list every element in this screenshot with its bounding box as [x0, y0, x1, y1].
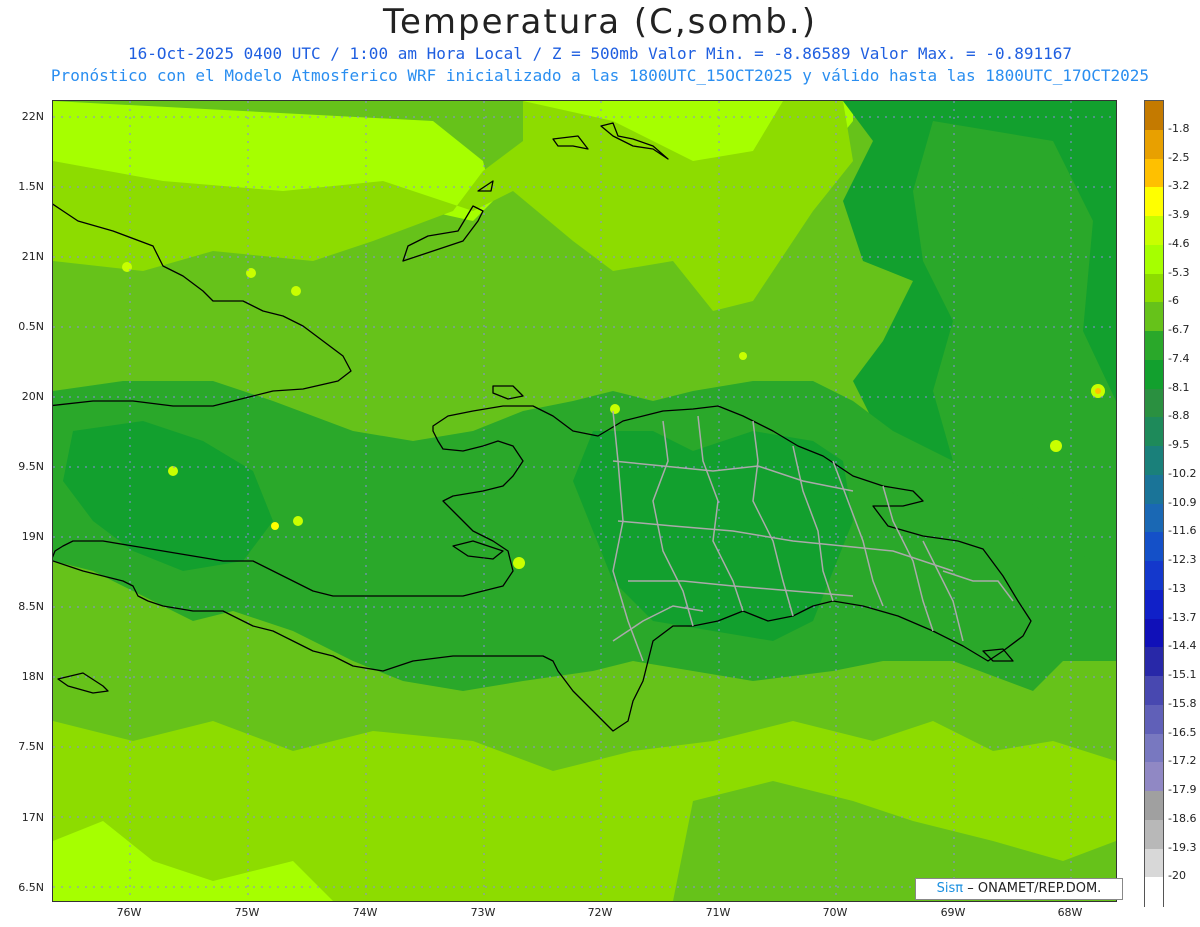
colorbar-label: -4.6: [1168, 236, 1190, 250]
colorbar-cell: [1145, 158, 1163, 188]
colorbar-label: -16.5: [1168, 725, 1197, 739]
colorbar-cell: [1145, 589, 1163, 619]
lon-label: 72W: [587, 906, 613, 919]
colorbar-cell: [1145, 388, 1163, 418]
temperature-map-svg: [53, 101, 1116, 901]
lon-label: 75W: [234, 906, 260, 919]
credit-brand: Sisπ: [936, 881, 964, 896]
colorbar-label: -8.1: [1168, 380, 1190, 394]
warm-spot: [610, 404, 620, 414]
lat-label: 17N: [21, 811, 44, 824]
colorbar-cell: [1145, 618, 1163, 648]
credit-text: – ONAMET/REP.DOM.: [967, 881, 1102, 896]
colorbar-label: -1.8: [1168, 121, 1190, 135]
colorbar-label: -5.3: [1168, 265, 1190, 279]
colorbar-label: -13: [1168, 581, 1186, 595]
colorbar-cell: [1145, 417, 1163, 447]
colorbar-label: -7.4: [1168, 351, 1190, 365]
colorbar-cell: [1145, 877, 1163, 907]
lon-label: 68W: [1057, 906, 1083, 919]
colorbar-label: -20: [1168, 869, 1186, 883]
colorbar-label: -11.6: [1168, 524, 1197, 538]
colorbar-cell: [1145, 676, 1163, 706]
colorbar-cell: [1145, 647, 1163, 677]
colorbar-label: -19.3: [1168, 840, 1197, 854]
colorbar-cell: [1145, 791, 1163, 821]
lat-label: 6.5N: [18, 881, 44, 894]
colorbar-cell: [1145, 273, 1163, 303]
lat-label: 18N: [21, 670, 44, 683]
lon-label: 71W: [705, 906, 731, 919]
colorbar-label: -12.3: [1168, 553, 1197, 566]
lat-label: 22N: [21, 110, 44, 123]
lat-label: 7.5N: [18, 740, 44, 753]
colorbar-cell: [1145, 216, 1163, 246]
colorbar-cell: [1145, 331, 1163, 361]
colorbar-cell: [1145, 446, 1163, 476]
colorbar-cell: [1145, 561, 1163, 591]
colorbar-label: -10.2: [1168, 466, 1197, 480]
colorbar-cell: [1145, 187, 1163, 217]
colorbar-label: -17.2: [1168, 754, 1197, 768]
colorbar-cell: [1145, 359, 1163, 389]
colorbar-label: -15.1: [1168, 668, 1197, 681]
colorbar-cell: [1145, 704, 1163, 734]
lon-label: 69W: [940, 906, 966, 919]
colorbar-cell: [1145, 101, 1163, 131]
warm-spot: [1050, 440, 1062, 452]
colorbar-label: -6.7: [1168, 323, 1190, 336]
warm-spot: [291, 286, 301, 296]
colorbar-cell: [1145, 503, 1163, 533]
warm-spot: [1095, 388, 1101, 394]
colorbar-label: -3.9: [1168, 208, 1190, 221]
lat-label: 21N: [21, 250, 44, 263]
lat-label: 0.5N: [18, 320, 44, 333]
lon-label: 74W: [352, 906, 378, 919]
lat-label: 1.5N: [18, 180, 44, 193]
colorbar-cell: [1145, 733, 1163, 763]
colorbar-label: -6: [1168, 294, 1179, 308]
warm-spot: [513, 557, 525, 569]
colorbar-cell: [1145, 532, 1163, 562]
colorbar-label: -17.9: [1168, 783, 1197, 796]
warm-spot: [271, 522, 279, 530]
temperature-colorbar: [1144, 100, 1164, 907]
colorbar-label: -8.8: [1168, 409, 1190, 423]
map-subtitle-valid-time: 16-Oct-2025 0400 UTC / 1:00 am Hora Loca…: [127, 44, 1072, 63]
colorbar-label: -3.2: [1168, 179, 1190, 193]
colorbar-label: -13.7: [1168, 610, 1197, 624]
warm-spot: [293, 516, 303, 526]
lat-label: 20N: [21, 390, 44, 403]
lat-label: 19N: [21, 530, 44, 543]
colorbar-label: -2.5: [1168, 150, 1190, 164]
colorbar-cell: [1145, 848, 1163, 878]
lat-label: 9.5N: [18, 460, 44, 473]
lat-label: 8.5N: [18, 600, 44, 613]
lon-label: 73W: [470, 906, 496, 919]
colorbar-cell: [1145, 129, 1163, 159]
warm-spot: [739, 352, 747, 360]
lon-label: 76W: [116, 906, 142, 919]
colorbar-cell: [1145, 762, 1163, 792]
colorbar-cell: [1145, 819, 1163, 849]
colorbar-label: -9.5: [1168, 438, 1190, 451]
credit-box: Sisπ – ONAMET/REP.DOM.: [915, 878, 1123, 900]
colorbar-label: -10.9: [1168, 495, 1197, 509]
colorbar-cell: [1145, 244, 1163, 274]
colorbar-label: -15.8: [1168, 696, 1197, 710]
colorbar-label: -14.4: [1168, 639, 1197, 653]
map-title: Temperatura (C,somb.): [383, 2, 817, 42]
colorbar-cell: [1145, 474, 1163, 504]
temperature-map: [52, 100, 1117, 902]
map-subtitle-model-run: Pronóstico con el Modelo Atmosferico WRF…: [50, 66, 1150, 85]
colorbar-cell: [1145, 302, 1163, 332]
colorbar-label: -18.6: [1168, 811, 1197, 825]
lon-label: 70W: [822, 906, 848, 919]
